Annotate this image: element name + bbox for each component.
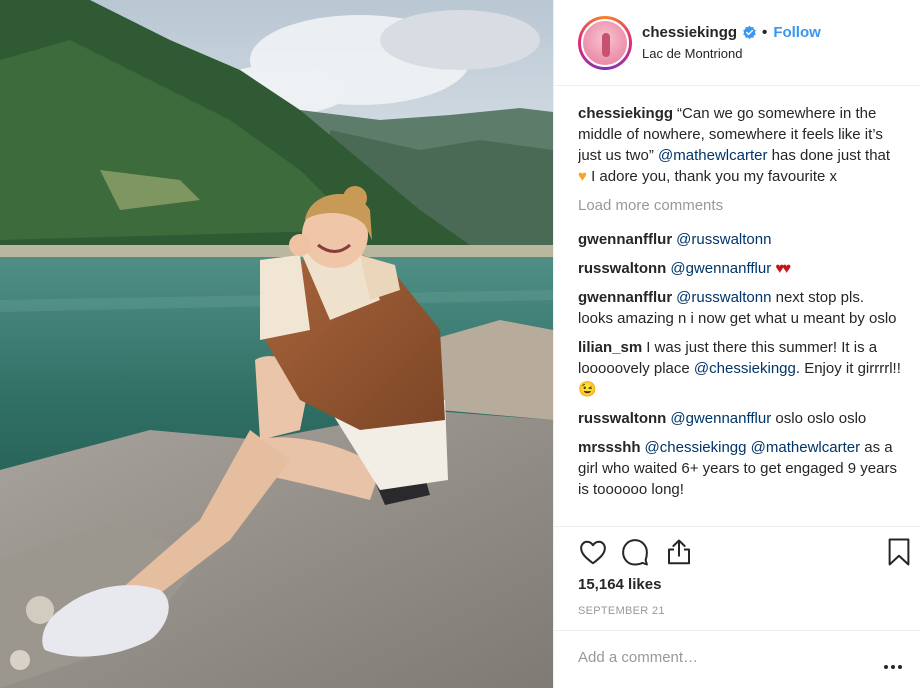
- share-upload-icon[interactable]: [664, 537, 694, 571]
- instagram-post: chessiekingg • Follow Lac de Montriond c…: [0, 0, 920, 688]
- header-text: chessiekingg • Follow Lac de Montriond: [642, 24, 821, 61]
- profile-avatar: [581, 18, 629, 67]
- heart-outline-icon[interactable]: [578, 537, 608, 571]
- orange-heart-emoji-icon: ♥: [578, 168, 587, 185]
- comment-mention[interactable]: @chessiekingg: [645, 439, 747, 456]
- wink-emoji-icon: 😉: [578, 381, 597, 398]
- post-side-panel: chessiekingg • Follow Lac de Montriond c…: [553, 0, 920, 688]
- list-item: russwaltonn @gwennanfflur oslo oslo oslo: [578, 408, 903, 429]
- caption-mention[interactable]: @mathewlcarter: [658, 147, 767, 164]
- caption-username[interactable]: chessiekingg: [578, 105, 673, 122]
- caption-text-3: I adore you, thank you my favourite x: [591, 168, 838, 185]
- separator-dot: •: [762, 24, 768, 41]
- comments-list[interactable]: chessiekingg “Can we go somewhere in the …: [578, 103, 903, 524]
- caption-text-2: has done just that: [771, 147, 891, 164]
- comment-username[interactable]: gwennanfflur: [578, 289, 672, 306]
- bookmark-icon[interactable]: [886, 537, 912, 571]
- comment-mention[interactable]: @russwaltonn: [676, 289, 771, 306]
- comment-mention[interactable]: @gwennanfflur: [670, 410, 771, 427]
- caption: chessiekingg “Can we go somewhere in the …: [578, 103, 903, 187]
- comment-username[interactable]: russwaltonn: [578, 260, 666, 277]
- load-more-comments-button[interactable]: Load more comments: [578, 195, 903, 216]
- lake-mountain-scene-image: [0, 0, 553, 688]
- comment-bubble-icon[interactable]: [620, 537, 650, 571]
- comment-mention[interactable]: @chessiekingg: [694, 360, 796, 377]
- follow-button[interactable]: Follow: [773, 24, 821, 41]
- post-photo[interactable]: [0, 0, 553, 688]
- comment-mention[interactable]: @russwaltonn: [676, 231, 771, 248]
- comment-username[interactable]: gwennanfflur: [578, 231, 672, 248]
- comment-mention[interactable]: @gwennanfflur: [670, 260, 771, 277]
- comment-mention-2[interactable]: @mathewlcarter: [751, 439, 860, 456]
- list-item: russwaltonn @gwennanfflur ♥♥: [578, 258, 903, 279]
- list-item: gwennanfflur @russwaltonn next stop pls. …: [578, 287, 903, 329]
- avatar[interactable]: [578, 15, 632, 70]
- likes-count[interactable]: 15,164 likes: [578, 576, 661, 593]
- post-date[interactable]: SEPTEMBER 21: [578, 605, 665, 617]
- header-row: chessiekingg • Follow: [642, 24, 821, 41]
- comment-text-2: . Enjoy it girrrrl!!: [795, 360, 901, 377]
- list-item: mrssshh @chessiekingg @mathewlcarter as a…: [578, 437, 903, 500]
- add-comment-input[interactable]: [578, 649, 868, 666]
- comment-username[interactable]: mrssshh: [578, 439, 641, 456]
- comment-username[interactable]: russwaltonn: [578, 410, 666, 427]
- red-hearts-emoji-icon: ♥♥: [775, 260, 791, 277]
- header-username[interactable]: chessiekingg: [642, 24, 737, 41]
- more-options-icon[interactable]: [883, 657, 903, 674]
- list-item: gwennanfflur @russwaltonn: [578, 229, 903, 250]
- list-item: lilian_sm I was just there this summer! I…: [578, 337, 903, 400]
- verified-badge-icon: [742, 25, 757, 40]
- comment-username[interactable]: lilian_sm: [578, 339, 642, 356]
- comment-text: oslo oslo oslo: [775, 410, 867, 427]
- add-comment-bar: [554, 630, 920, 688]
- action-bar: [554, 526, 920, 576]
- location-link[interactable]: Lac de Montriond: [642, 46, 821, 61]
- post-header: chessiekingg • Follow Lac de Montriond: [554, 0, 920, 86]
